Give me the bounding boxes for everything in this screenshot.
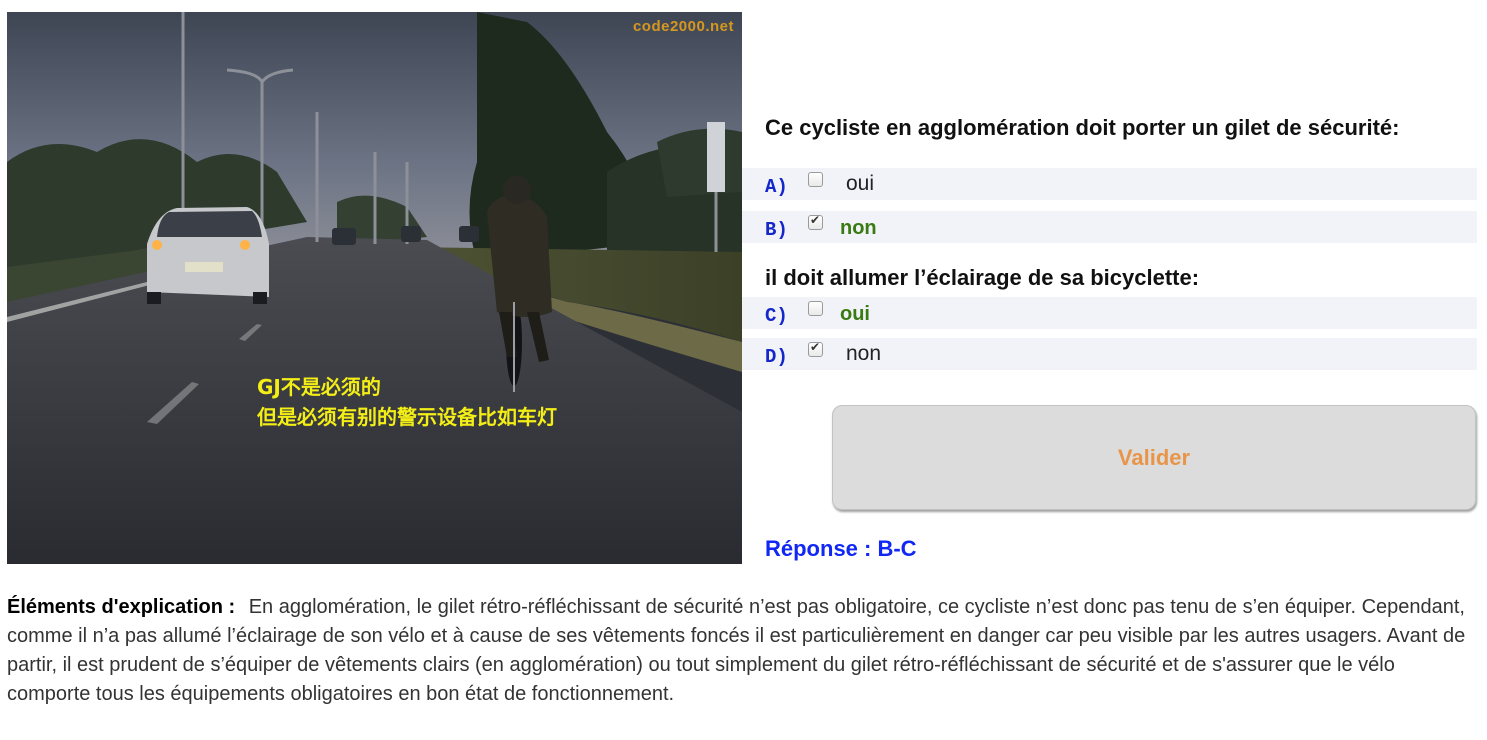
option-b-text: non	[840, 217, 877, 239]
watermark: code2000.net	[632, 18, 734, 35]
photo-overlay-caption: GJ不是必须的 但是必须有别的警示设备比如车灯	[257, 372, 557, 432]
overlay-line-2: 但是必须有别的警示设备比如车灯	[257, 405, 557, 429]
option-d-checkbox[interactable]	[808, 340, 823, 357]
answer-text: Réponse : B-C	[765, 536, 917, 561]
question-1-title: Ce cycliste en agglomération doit porter…	[765, 115, 1400, 140]
option-c-text: oui	[840, 303, 870, 325]
option-a-checkbox[interactable]	[808, 172, 823, 187]
option-d-text: non	[846, 342, 882, 365]
option-letter: C)	[765, 305, 788, 327]
option-d[interactable]: D) non	[742, 338, 1477, 370]
road-scene-illustration	[7, 12, 742, 564]
option-c[interactable]: C) oui	[742, 297, 1477, 329]
road-scene-photo: code2000.net GJ不是必须的 但是必须有别的警示设备比如车灯	[7, 12, 742, 564]
option-b-checkbox[interactable]	[808, 213, 823, 230]
question-2-title: il doit allumer l’éclairage de sa bicycl…	[765, 265, 1200, 290]
explanation-label: Éléments d'explication :	[7, 596, 236, 618]
option-a-text: oui	[846, 172, 875, 195]
explanation-block: Éléments d'explication : En agglomératio…	[7, 593, 1483, 709]
option-letter: D)	[765, 346, 788, 368]
overlay-line-1: GJ不是必须的	[257, 375, 381, 399]
option-a[interactable]: A) oui	[742, 168, 1477, 200]
option-c-checkbox[interactable]	[808, 301, 823, 316]
option-b[interactable]: B) non	[742, 211, 1477, 243]
valider-button[interactable]: Valider	[832, 405, 1476, 510]
option-letter: A)	[765, 176, 788, 198]
option-letter: B)	[765, 219, 788, 241]
